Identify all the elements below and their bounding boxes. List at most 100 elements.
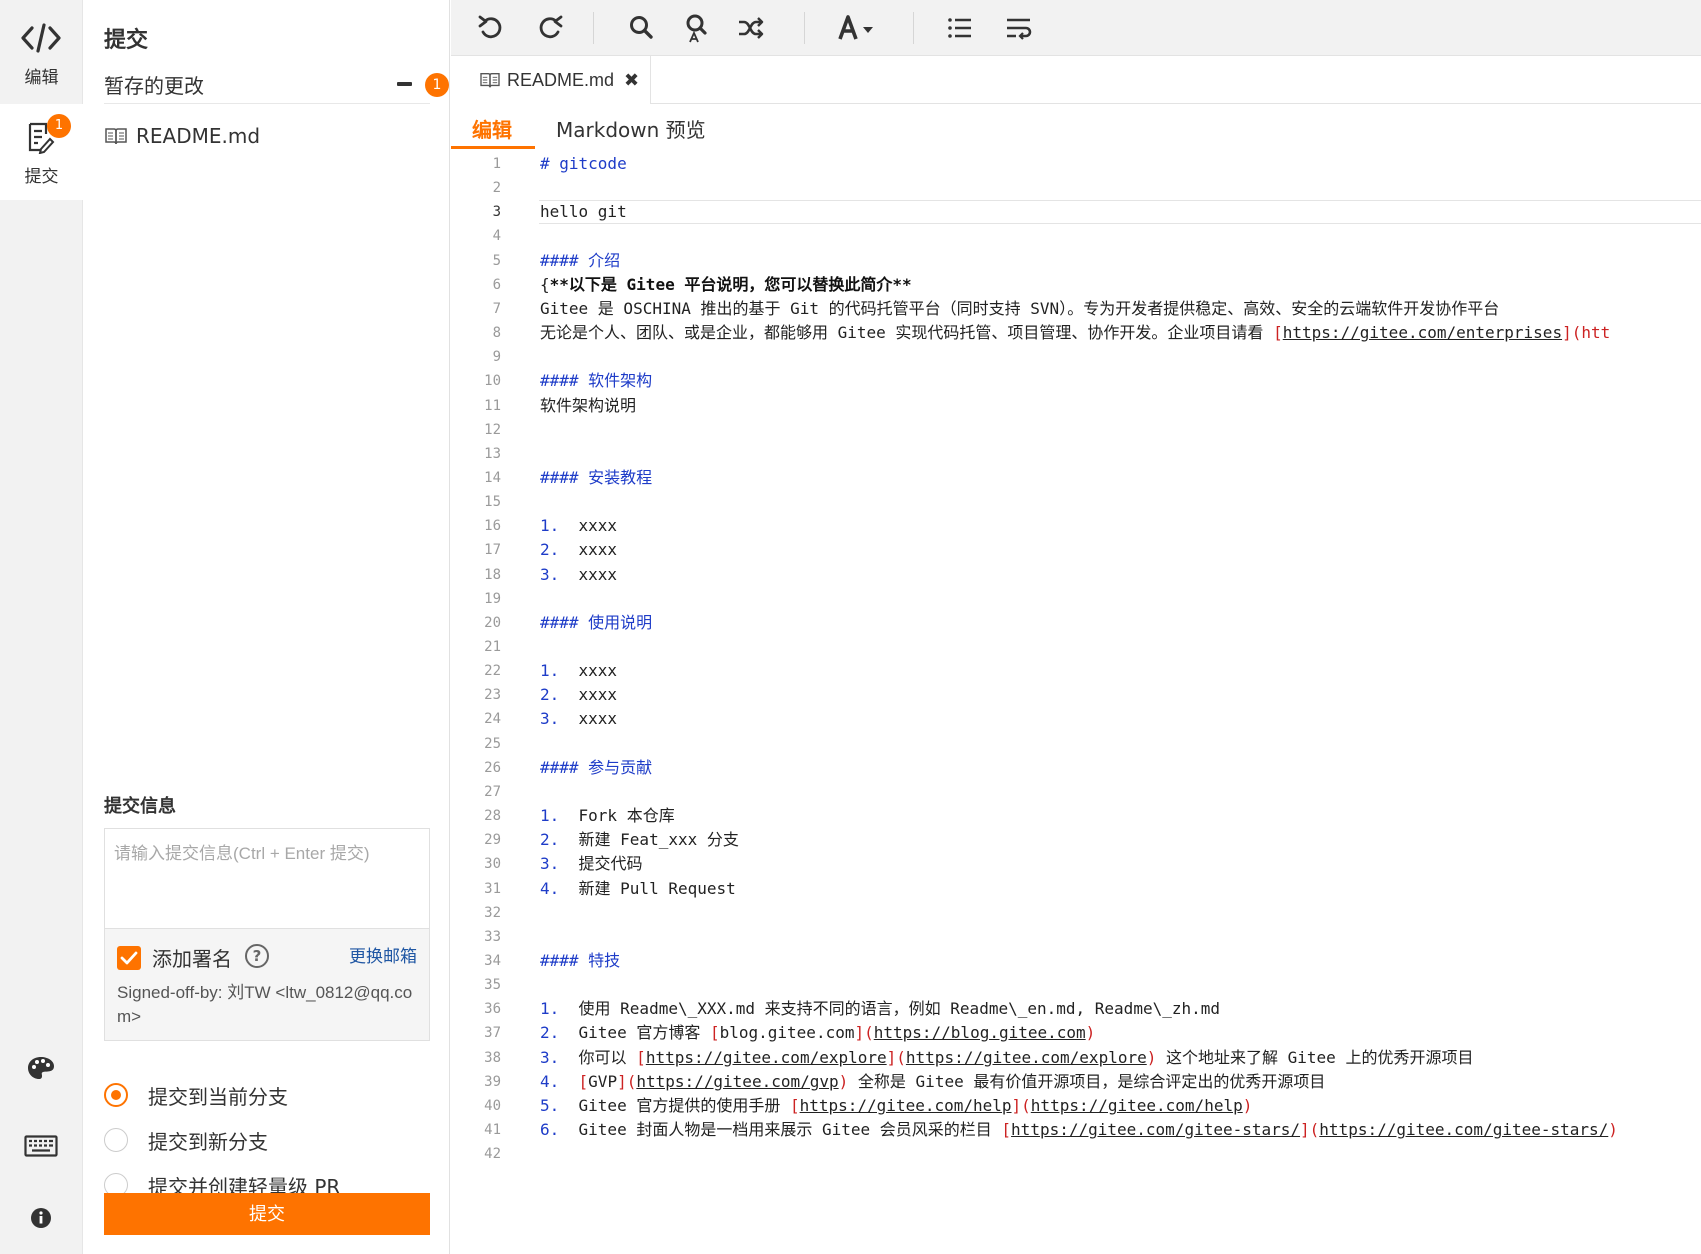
toolbar-separator [593,12,594,44]
toolbar-separator [913,12,914,44]
code-line[interactable]: 1. Fork 本仓库 [540,804,675,828]
code-token: ) [1608,1120,1618,1139]
staged-changes-header[interactable]: 暂存的更改 1 [104,70,449,104]
word-wrap-icon[interactable] [1003,12,1035,44]
code-token: 新建 Feat_xxx 分支 [578,830,739,849]
code-token: Gitee 官方提供的使用手册 [578,1096,790,1115]
editor-toolbar [451,0,1701,56]
unstage-all-icon[interactable] [397,82,412,86]
code-token: 3. [540,1048,579,1067]
code-token: Fork 本仓库 [578,806,675,825]
file-tab-readme[interactable]: README.md ✖ [451,56,651,104]
line-number: 3 [492,204,501,220]
font-size-icon[interactable] [835,12,883,44]
code-token: 2. [540,1023,579,1042]
code-line[interactable]: 软件架构说明 [540,394,636,418]
line-number: 25 [484,736,501,752]
tab-edit[interactable]: 编辑 [472,114,512,143]
code-line[interactable]: hello git [540,200,627,224]
code-line[interactable]: #### 使用说明 [540,611,652,635]
code-token: https://gitee.com/gvp [636,1072,839,1091]
code-line[interactable]: 无论是个人、团队、或是企业，都能够用 Gitee 实现代码托管、项目管理、协作开… [540,321,1610,345]
help-icon[interactable]: ? [245,944,269,968]
code-line[interactable]: #### 介绍 [540,249,620,273]
submit-button[interactable]: 提交 [104,1193,430,1235]
staged-file-item[interactable]: README.md [104,122,260,150]
code-line[interactable]: 6. Gitee 封面人物是一档用来展示 Gitee 会员风采的栏目 [http… [540,1118,1618,1142]
close-icon[interactable]: ✖ [624,70,639,91]
code-token: xxxx [578,565,618,584]
line-number: 38 [484,1050,501,1066]
code-line[interactable]: 4. 新建 Pull Request [540,877,736,901]
code-line[interactable]: 3. xxxx [540,563,617,587]
code-line[interactable]: 2. xxxx [540,538,617,562]
code-token: ) [1242,1096,1253,1115]
code-token: xxxx [578,661,618,680]
add-signature-checkbox[interactable] [117,946,141,970]
code-line[interactable]: Gitee 是 OSCHINA 推出的基于 Git 的代码托管平台（同时支持 S… [540,297,1499,321]
code-token: #### 使用说明 [540,613,653,632]
shuffle-icon[interactable] [735,12,767,44]
undo-icon[interactable] [475,12,507,44]
activity-edit[interactable]: 编辑 [0,0,83,104]
info-icon[interactable] [24,1206,58,1230]
code-token: [ [578,1072,589,1091]
code-line[interactable]: #### 安装教程 [540,466,652,490]
redo-icon[interactable] [534,12,566,44]
code-token: 1. [540,806,579,825]
line-number: 30 [484,856,501,872]
line-number: 41 [484,1122,501,1138]
change-email-link[interactable]: 更换邮箱 [349,942,417,967]
keyboard-icon[interactable] [24,1135,58,1157]
code-line[interactable]: 2. Gitee 官方博客 [blog.gitee.com](https://b… [540,1021,1095,1045]
line-number: 26 [484,760,501,776]
code-token: [ [1273,323,1283,342]
code-line[interactable]: 1. xxxx [540,514,617,538]
find-replace-icon[interactable] [679,12,711,44]
list-icon[interactable] [944,12,976,44]
code-line[interactable]: {**以下是 Gitee 平台说明，您可以替换此简介** [540,273,912,297]
radio-current-branch[interactable] [104,1083,128,1107]
code-token: { [540,275,550,294]
line-number: 31 [484,881,501,897]
search-icon[interactable] [625,12,657,44]
code-line[interactable]: 3. 提交代码 [540,852,643,876]
line-number: 39 [484,1074,501,1090]
palette-icon[interactable] [24,1054,58,1082]
code-line[interactable]: 3. 你可以 [https://gitee.com/explore](https… [540,1046,1473,1070]
option-new-branch[interactable]: 提交到新分支 [104,1125,268,1155]
panel-title: 提交 [104,28,149,53]
line-number: 1 [492,156,501,172]
code-token: 2. [540,540,579,559]
activity-commit[interactable]: 1 提交 [0,104,83,200]
code-line[interactable]: 4. [GVP](https://gitee.com/gvp) 全称是 Gite… [540,1070,1325,1094]
code-line[interactable]: 1. 使用 Readme\_XXX.md 来支持不同的语言，例如 Readme\… [540,997,1220,1021]
code-token: 3. [540,709,579,728]
code-token: 6. [540,1120,579,1139]
code-line[interactable]: #### 参与贡献 [540,756,652,780]
line-number: 18 [484,567,501,583]
option-current-branch[interactable]: 提交到当前分支 [104,1080,288,1110]
line-number: 34 [484,953,501,969]
signed-off-text: Signed-off-by: 刘TW <ltw_0812@qq.com> [117,983,413,1026]
code-token: GVP [588,1072,618,1091]
code-line[interactable]: # gitcode [540,152,627,176]
code-line[interactable]: 2. xxxx [540,683,617,707]
radio-new-branch[interactable] [104,1128,128,1152]
active-tab-indicator [451,146,535,149]
staged-count-badge: 1 [425,73,449,97]
line-number: 9 [492,349,501,365]
code-token: https://gitee.com/help [1030,1096,1243,1115]
tab-markdown-preview[interactable]: Markdown 预览 [556,114,706,143]
line-number: 19 [484,591,501,607]
code-token: 提交代码 [578,854,643,873]
code-token: hello git [540,202,627,221]
code-line[interactable]: #### 软件架构 [540,369,652,393]
line-number: 29 [484,832,501,848]
code-line[interactable]: 2. 新建 Feat_xxx 分支 [540,828,739,852]
code-line[interactable]: 1. xxxx [540,659,617,683]
commit-message-input[interactable] [104,828,430,928]
code-line[interactable]: #### 特技 [540,949,620,973]
code-line[interactable]: 5. Gitee 官方提供的使用手册 [https://gitee.com/he… [540,1094,1252,1118]
code-line[interactable]: 3. xxxx [540,707,617,731]
